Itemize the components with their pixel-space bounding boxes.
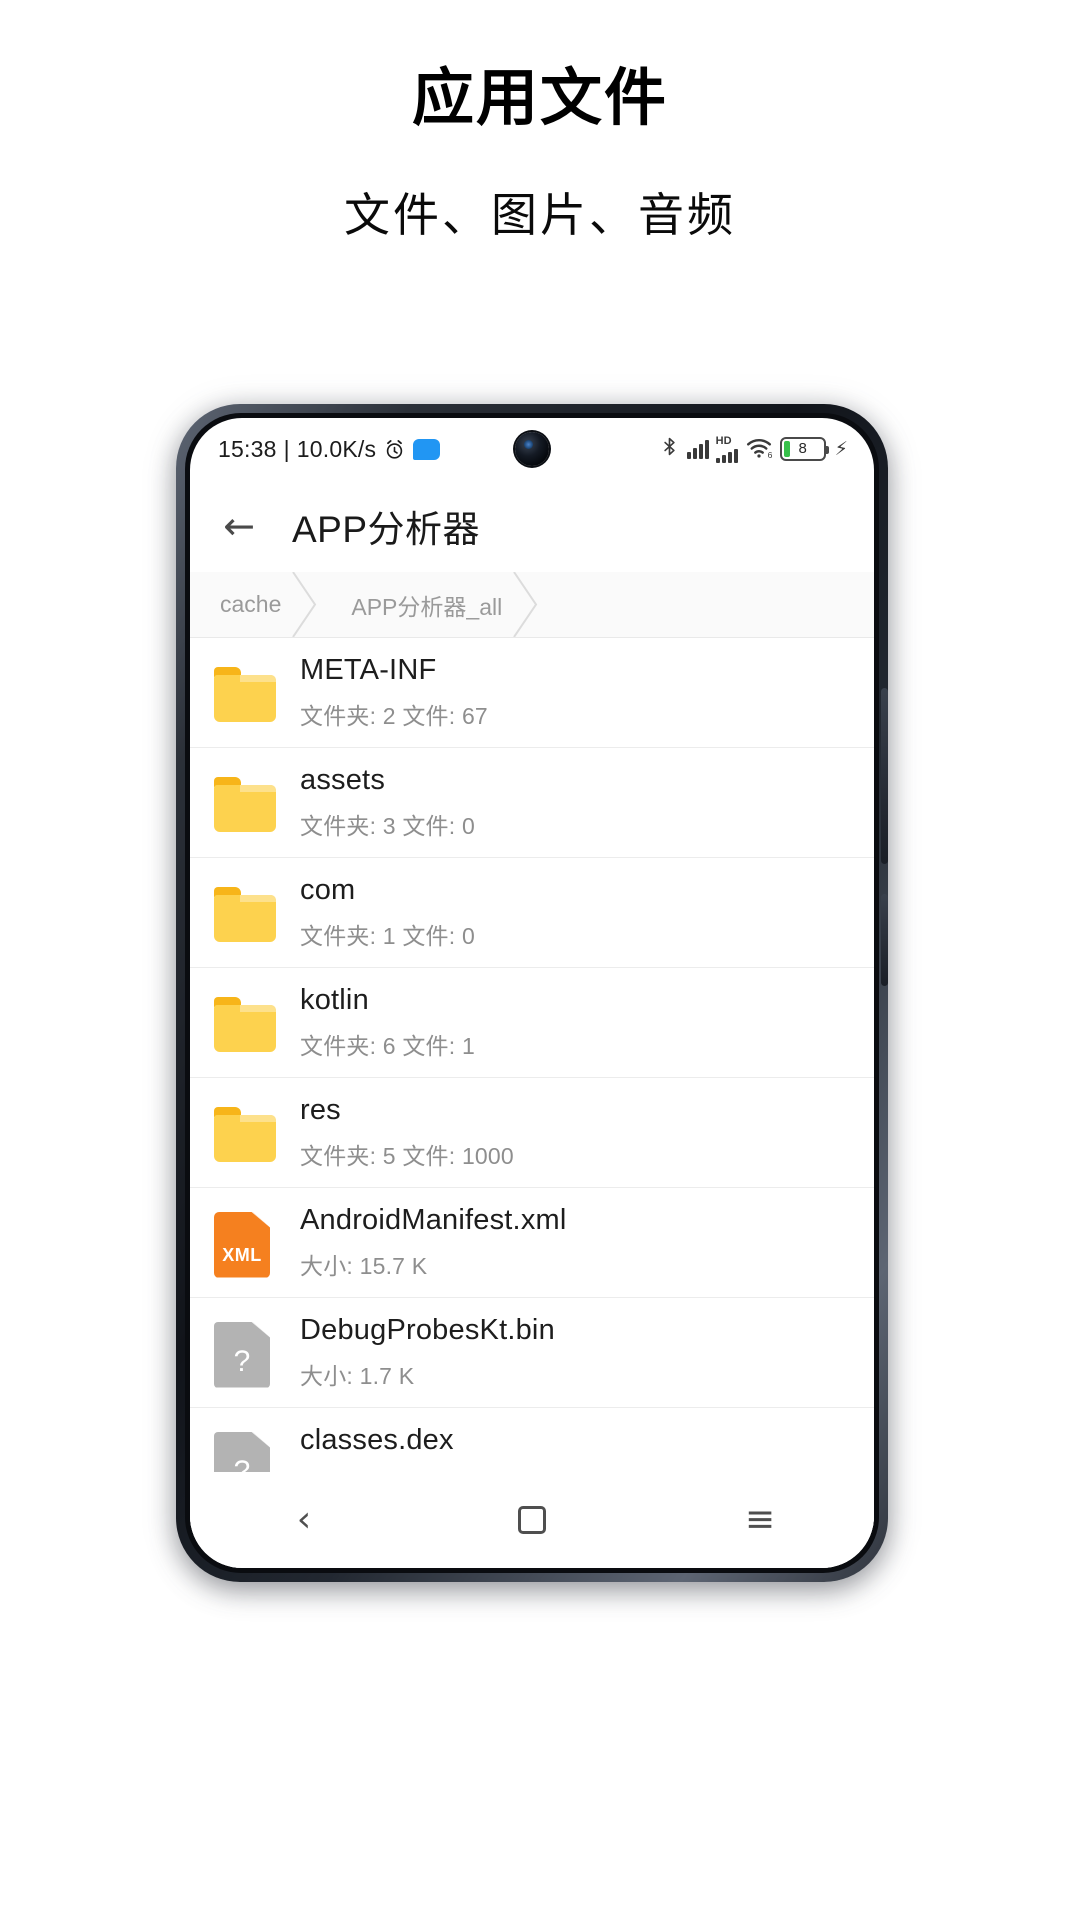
chevron-right-icon — [510, 572, 544, 637]
front-camera-punch-hole — [515, 432, 549, 466]
file-meta: assets 文件夹: 3 文件: 0 — [300, 764, 475, 841]
cellular-signal-icon — [686, 439, 709, 459]
file-name: classes.dex — [300, 1424, 454, 1456]
file-meta: META-INF 文件夹: 2 文件: 67 — [300, 654, 488, 731]
breadcrumb-label: APP分析器_all — [351, 593, 503, 620]
message-bubble-icon — [413, 438, 441, 460]
file-list: META-INF 文件夹: 2 文件: 67 assets 文件夹: 3 文件: 0 c… — [190, 638, 874, 1568]
file-detail: 文件夹: 3 文件: 0 — [300, 813, 475, 839]
page-title: 应用文件 — [411, 61, 668, 134]
page-subtitle: 文件、图片、音频 — [344, 188, 736, 243]
breadcrumb-label: cache — [220, 591, 282, 617]
nav-back-button[interactable]: ‹ — [259, 1492, 349, 1548]
file-name: META-INF — [300, 654, 437, 686]
file-list-row[interactable]: META-INF 文件夹: 2 文件: 67 — [190, 638, 874, 748]
file-detail: 文件夹: 1 文件: 0 — [300, 923, 475, 949]
battery-level-label: 8 — [798, 440, 807, 457]
app-bar: ← APP分析器 — [190, 480, 874, 572]
home-square-icon — [518, 1506, 546, 1534]
folder-icon — [214, 992, 276, 1054]
chevron-left-icon: ‹ — [296, 1499, 312, 1540]
nav-home-button[interactable] — [487, 1492, 577, 1548]
folder-icon — [214, 882, 276, 944]
file-list-row[interactable]: res 文件夹: 5 文件: 1000 — [190, 1078, 874, 1188]
alarm-clock-icon — [383, 438, 406, 461]
file-name: kotlin — [300, 984, 369, 1016]
status-bar-left: 15:38 | 10.0K/s — [218, 435, 441, 463]
back-arrow-icon[interactable]: ← — [216, 503, 262, 549]
cellular-signal-hd-icon: HD — [715, 434, 738, 463]
promo-header: 应用文件 文件、图片、音频 — [0, 0, 1080, 245]
android-navigation-bar: ‹ ≡ — [190, 1472, 874, 1568]
breadcrumb-item-app-analyzer[interactable]: APP分析器_all — [307, 572, 538, 637]
phone-screen: 15:38 | 10.0K/s HD 6 8 ⚡ ← APP分析器 cache … — [190, 418, 874, 1568]
charging-bolt-icon: ⚡ — [834, 438, 848, 460]
file-list-row[interactable]: kotlin 文件夹: 6 文件: 1 — [190, 968, 874, 1078]
file-detail: 文件夹: 6 文件: 1 — [300, 1033, 475, 1059]
status-bar: 15:38 | 10.0K/s HD 6 8 ⚡ — [190, 418, 874, 480]
file-meta: kotlin 文件夹: 6 文件: 1 — [300, 984, 475, 1061]
file-detail: 文件夹: 2 文件: 67 — [300, 703, 488, 729]
hd-label: HD — [715, 434, 732, 447]
file-detail: 大小: 1.7 K — [300, 1363, 415, 1389]
phone-bezel: 15:38 | 10.0K/s HD 6 8 ⚡ ← APP分析器 cache … — [185, 413, 879, 1573]
wifi-6-icon: 6 — [745, 435, 773, 464]
file-name: assets — [300, 764, 386, 796]
folder-icon — [214, 1102, 276, 1164]
xml-file-icon: XML — [214, 1211, 276, 1278]
file-list-row[interactable]: ? DebugProbesKt.bin 大小: 1.7 K — [190, 1298, 874, 1408]
file-name: com — [300, 874, 356, 906]
file-list-row[interactable]: com 文件夹: 1 文件: 0 — [190, 858, 874, 968]
file-detail: 大小: 15.7 K — [300, 1253, 428, 1279]
file-meta: DebugProbesKt.bin 大小: 1.7 K — [300, 1314, 555, 1391]
status-network-speed: 10.0K/s — [296, 435, 377, 462]
svg-text:6: 6 — [767, 449, 772, 458]
file-meta: AndroidManifest.xml 大小: 15.7 K — [300, 1204, 567, 1281]
file-list-row[interactable]: assets 文件夹: 3 文件: 0 — [190, 748, 874, 858]
phone-mockup: 15:38 | 10.0K/s HD 6 8 ⚡ ← APP分析器 cache … — [168, 398, 896, 1598]
status-time: 15:38 — [218, 435, 277, 462]
phone-frame: 15:38 | 10.0K/s HD 6 8 ⚡ ← APP分析器 cache … — [176, 404, 888, 1582]
file-detail: 文件夹: 5 文件: 1000 — [300, 1143, 514, 1169]
breadcrumb-item-cache[interactable]: cache — [190, 572, 317, 637]
power-button[interactable] — [881, 894, 888, 986]
unknown-file-icon: ? — [214, 1321, 276, 1388]
menu-lines-icon: ≡ — [744, 1499, 776, 1540]
volume-button[interactable] — [881, 688, 888, 864]
status-bar-right: HD 6 8 ⚡ — [659, 435, 848, 464]
file-name: DebugProbesKt.bin — [300, 1314, 555, 1346]
file-name: res — [300, 1094, 341, 1126]
battery-indicator: 8 — [779, 437, 829, 461]
file-list-row[interactable]: XML AndroidManifest.xml 大小: 15.7 K — [190, 1188, 874, 1298]
file-meta: com 文件夹: 1 文件: 0 — [300, 874, 475, 951]
nav-recents-button[interactable]: ≡ — [715, 1492, 805, 1548]
folder-icon — [214, 662, 276, 724]
bluetooth-icon — [659, 436, 680, 462]
app-bar-title: APP分析器 — [292, 509, 481, 550]
status-separator: | — [283, 435, 290, 462]
file-meta: res 文件夹: 5 文件: 1000 — [300, 1094, 514, 1171]
folder-icon — [214, 772, 276, 834]
file-name: AndroidManifest.xml — [300, 1204, 567, 1236]
breadcrumb: cache APP分析器_all — [190, 572, 874, 638]
